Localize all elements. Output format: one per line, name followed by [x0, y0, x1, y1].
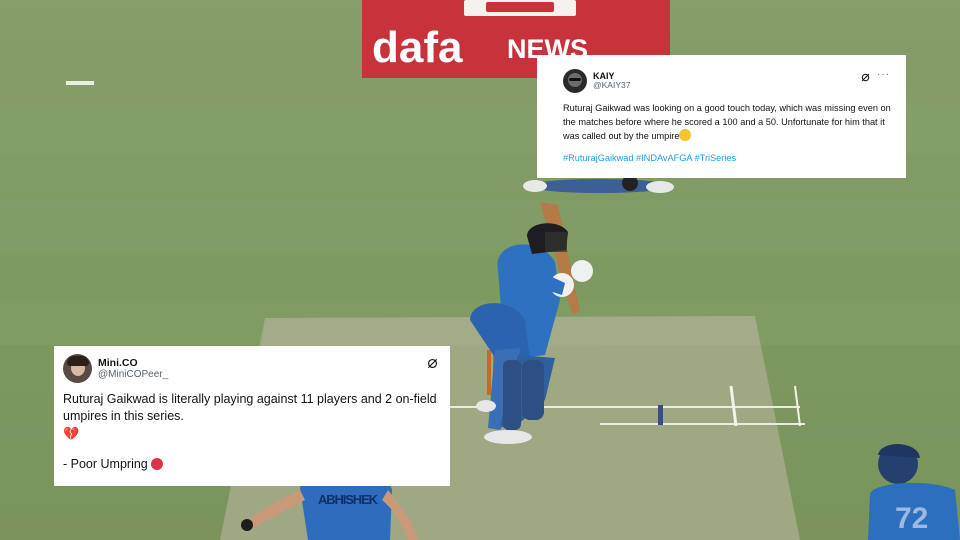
- grok-icon[interactable]: [427, 358, 438, 369]
- tweet-text: Ruturaj Gaikwad is literally playing aga…: [63, 392, 437, 423]
- more-dots-icon[interactable]: ···: [877, 69, 890, 80]
- broken-heart-icon: 💔: [63, 425, 438, 443]
- tweet-sign-line: - Poor Umpring: [63, 457, 438, 471]
- tweet-header: Mini.CO @MiniCOPeer_: [63, 354, 438, 383]
- tweet-card-kaiy: KAIY @KAIY37 ··· Ruturaj Gaikwad was loo…: [537, 55, 906, 178]
- tweet-sign-text: - Poor Umpring: [63, 457, 148, 471]
- tweet-card-minico: Mini.CO @MiniCOPeer_ Ruturaj Gaikwad is …: [54, 346, 450, 486]
- avatar[interactable]: [63, 354, 92, 383]
- grok-icon[interactable]: [861, 73, 870, 82]
- author-handle[interactable]: @KAIY37: [593, 81, 630, 91]
- tweet-text-content: Ruturaj Gaikwad was looking on a good to…: [563, 103, 891, 141]
- grass-stripe: [0, 200, 960, 255]
- boundary-marker: [66, 81, 94, 85]
- tweet-header: KAIY @KAIY37 ···: [563, 69, 892, 93]
- billboard-logo-inner: [486, 2, 554, 12]
- crease-marker: [658, 405, 663, 425]
- author-name[interactable]: Mini.CO: [98, 357, 168, 369]
- angry-face-icon: [151, 458, 164, 470]
- billboard-brand: dafa: [372, 23, 463, 72]
- broken-heart-emoji: 💔: [63, 426, 80, 441]
- jersey-number: 72: [895, 502, 928, 535]
- bowler-jersey-text: ABHISHEK: [318, 492, 379, 507]
- tweet-text: Ruturaj Gaikwad was looking on a good to…: [563, 101, 892, 143]
- avatar[interactable]: [563, 69, 587, 93]
- tweet-hashtags[interactable]: #RuturajGaikwad #INDAvAFGA #TriSeries: [563, 153, 892, 163]
- slightly-frowning-face-icon: [679, 129, 692, 141]
- author-handle[interactable]: @MiniCOPeer_: [98, 369, 168, 381]
